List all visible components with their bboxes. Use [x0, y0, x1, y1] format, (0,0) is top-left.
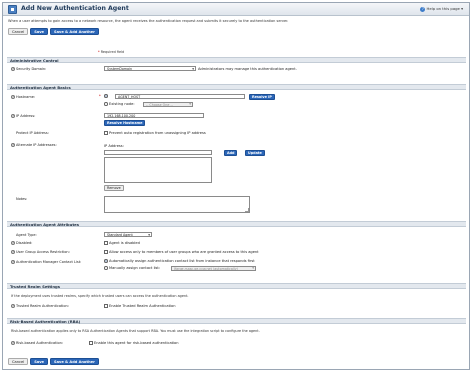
- alt-ip-list[interactable]: [104, 157, 212, 183]
- rba-label-text: Risk-based Authentication:: [16, 341, 64, 345]
- existing-node-select[interactable]: -- Choose One --: [143, 101, 193, 107]
- hostname-label: ? Hostname:: [11, 95, 35, 99]
- dialog-window: Add New Authentication Agent ? Help on th…: [2, 2, 470, 370]
- hostname-input[interactable]: AGENT_HOST: [115, 94, 245, 99]
- existing-node-option[interactable]: Existing node:: [104, 102, 135, 106]
- help-question-icon[interactable]: ?: [11, 114, 15, 118]
- rba-text: Enable this agent for risk-based authent…: [94, 341, 179, 345]
- help-question-icon[interactable]: ?: [11, 250, 15, 254]
- help-link[interactable]: ? Help on this page ▾: [420, 6, 463, 12]
- security-domain-label-text: Security Domain:: [16, 67, 47, 71]
- contact-list-select[interactable]: Ifarge.rsasc.oe.ccw.net (automatically): [171, 265, 256, 271]
- trusted-realm-label-text: Trusted Realm Authentication:: [16, 304, 69, 308]
- rba-checkbox[interactable]: Enable this agent for risk-based authent…: [89, 341, 179, 345]
- save-add-another-button[interactable]: Save & Add Another: [49, 28, 99, 35]
- bottom-button-row: Cancel Save Save & Add Another: [8, 358, 101, 365]
- auto-assign-radio[interactable]: Automatically assign authentication cont…: [104, 259, 255, 263]
- alt-ip-label: ? Alternate IP Addresses:: [11, 143, 57, 147]
- ip-address-label-text: IP Address:: [16, 114, 36, 118]
- disabled-text: Agent is disabled: [109, 241, 140, 245]
- help-link-label: Help on this page ▾: [426, 6, 463, 11]
- user-group-text: Allow access only to members of user gro…: [109, 250, 259, 254]
- required-star-icon: *: [98, 50, 100, 54]
- title-bar: Add New Authentication Agent ? Help on th…: [3, 3, 469, 16]
- security-domain-label: ? Security Domain:: [11, 67, 46, 71]
- alt-ip-input[interactable]: [104, 150, 212, 155]
- trusted-realm-checkbox[interactable]: Enable Trusted Realm Authentication: [104, 304, 176, 308]
- contact-list-label: ? Authentication Manager Contact List:: [11, 260, 81, 264]
- resolve-hostname-button[interactable]: Resolve Hostname: [104, 120, 146, 126]
- add-button[interactable]: Add: [224, 149, 238, 156]
- user-group-checkbox[interactable]: Allow access only to members of user gro…: [104, 250, 259, 254]
- section-agent-attributes: Authentication Agent Attributes: [7, 221, 466, 227]
- existing-node-label: Existing node:: [109, 102, 135, 106]
- agent-type-label: Agent Type:: [16, 233, 37, 237]
- agent-type-select[interactable]: Standard Agent: [104, 232, 152, 237]
- intro-text: When a user attempts to gain access to a…: [8, 19, 289, 23]
- security-domain-select[interactable]: SystemDomain: [104, 66, 196, 71]
- help-question-icon[interactable]: ?: [11, 241, 15, 245]
- disabled-label: ? Disabled:: [11, 241, 32, 245]
- alt-ip-label-text: Alternate IP Addresses:: [16, 143, 57, 147]
- section-admin-control: Administrative Control: [7, 57, 466, 63]
- user-group-label: ? User Group Access Restriction:: [11, 250, 70, 254]
- auto-assign-text: Automatically assign authentication cont…: [109, 259, 255, 263]
- protect-ip-label: Protect IP Address:: [16, 131, 49, 135]
- page-title: Add New Authentication Agent: [21, 5, 129, 12]
- cancel-button[interactable]: Cancel: [8, 28, 29, 35]
- required-note-text: Required field: [100, 50, 125, 54]
- hostname-required-star: *: [99, 94, 101, 98]
- help-icon: ?: [420, 6, 426, 12]
- protect-ip-checkbox[interactable]: Prevent auto registration from unassigni…: [104, 131, 206, 135]
- save-button[interactable]: Save: [30, 358, 48, 365]
- help-question-icon[interactable]: ?: [11, 67, 15, 71]
- section-trusted-realm: Trusted Realm Settings: [7, 283, 466, 289]
- notes-textarea[interactable]: [104, 196, 250, 213]
- security-domain-hint: Administrators may manage this authentic…: [198, 67, 297, 71]
- help-question-icon[interactable]: ?: [11, 260, 15, 264]
- disabled-checkbox[interactable]: Agent is disabled: [104, 241, 140, 245]
- resolve-ip-button[interactable]: Resolve IP: [249, 93, 275, 100]
- save-add-another-button[interactable]: Save & Add Another: [49, 358, 99, 365]
- top-button-row: Cancel Save Save & Add Another: [8, 28, 101, 35]
- user-group-label-text: User Group Access Restriction:: [16, 250, 70, 254]
- help-question-icon[interactable]: ?: [11, 304, 15, 308]
- cancel-button[interactable]: Cancel: [8, 358, 29, 365]
- help-question-icon[interactable]: ?: [11, 341, 15, 345]
- trusted-realm-info: If the deployment uses trusted realms, s…: [11, 294, 189, 298]
- rba-label: ? Risk-based Authentication:: [11, 341, 63, 345]
- agent-icon: [8, 5, 17, 14]
- manual-assign-radio[interactable]: Manually assign contact list:: [104, 266, 160, 270]
- help-question-icon[interactable]: ?: [11, 143, 15, 147]
- update-button[interactable]: Update: [245, 149, 265, 156]
- required-note: *Required field: [98, 50, 124, 54]
- contact-list-label-text: Authentication Manager Contact List:: [16, 260, 82, 264]
- ip-address-input[interactable]: 192.168.100.200: [104, 113, 204, 118]
- hostname-new-radio[interactable]: [104, 94, 109, 98]
- save-button[interactable]: Save: [30, 28, 48, 35]
- disabled-label-text: Disabled:: [16, 241, 33, 245]
- manual-assign-text: Manually assign contact list:: [109, 266, 161, 270]
- trusted-realm-text: Enable Trusted Realm Authentication: [109, 304, 176, 308]
- ip-address-label: ? IP Address:: [11, 114, 35, 118]
- help-question-icon[interactable]: ?: [11, 95, 15, 99]
- rba-info: Risk-based authentication applies only t…: [11, 329, 260, 333]
- notes-label: Notes:: [16, 197, 28, 201]
- section-rba: Risk-Based Authentication (RBA): [7, 318, 466, 324]
- section-agent-basics: Authentication Agent Basics: [7, 84, 466, 90]
- hostname-label-text: Hostname:: [16, 95, 36, 99]
- trusted-realm-label: ? Trusted Realm Authentication:: [11, 304, 69, 308]
- protect-ip-text: Prevent auto registration from unassigni…: [109, 131, 206, 135]
- alt-ip-column-label: IP Address:: [104, 144, 124, 148]
- remove-button[interactable]: Remove: [104, 185, 124, 191]
